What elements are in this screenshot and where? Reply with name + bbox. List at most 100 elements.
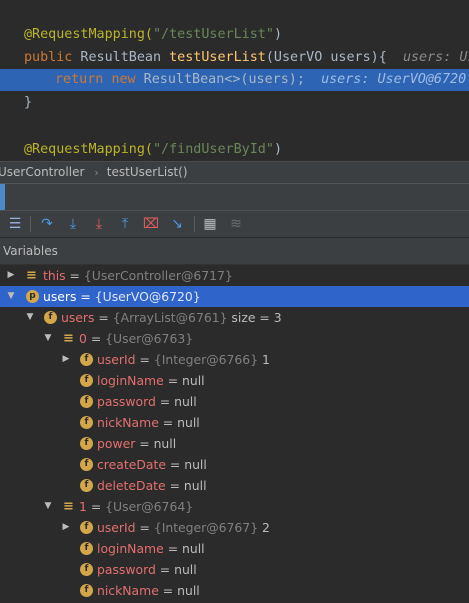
variable-value: null [184,457,207,472]
tree-row[interactable]: ▶ ≡ this = {UserController@6717} [0,265,469,286]
code-line-execution-point: return new ResultBean<>(users); users: U… [0,69,469,91]
variable-type: {UserVO@6720} [94,289,201,304]
trace-icon[interactable]: ≋ [227,215,245,233]
variable-value: 2 [258,520,270,535]
variable-value: 1 [258,352,270,367]
variables-tree: ▶ ≡ this = {UserController@6717} ▼ p use… [0,265,469,603]
p-icon: p [26,290,39,303]
variable-name: users [43,289,77,304]
tree-row[interactable]: f power = null [0,433,469,454]
collapse-arrow-icon[interactable]: ▼ [43,496,53,517]
variables-title: Variables [3,244,58,258]
tree-row[interactable]: f loginName = null [0,538,469,559]
step-over-icon[interactable]: ↷ [38,215,56,233]
variable-type: {ArrayList@6761} [112,310,228,325]
variable-type: {User@6764} [105,499,194,514]
variable-name: 1 [79,499,87,514]
inline-value-hint: users: Us [402,50,469,65]
tree-row[interactable]: f createDate = null [0,454,469,475]
code-line-annotation-1: @RequestMapping("/testUserList") [0,24,469,46]
variable-name: createDate [97,457,166,472]
tree-row[interactable]: f deleteDate = null [0,475,469,496]
variable-type: {User@6763} [105,331,194,346]
tree-row[interactable]: f password = null [0,391,469,412]
f-icon: f [80,521,93,534]
expand-arrow-icon[interactable]: ▶ [61,517,71,538]
variable-name: loginName [97,541,164,556]
tree-row[interactable]: f loginName = null [0,370,469,391]
f-icon: f [80,374,93,387]
variable-value: null [153,436,177,451]
code-line-method-signature: public ResultBean testUserList(UserVO us… [0,47,469,69]
chevron-right-icon: › [94,166,99,179]
frames-icon[interactable]: ☰ [6,215,24,233]
variable-type: {Integer@6767} [153,520,259,535]
debug-tool-window-header [0,183,469,210]
mapping-path: "/testUserList" [153,27,274,42]
method-name: testUserList [169,50,266,65]
collapse-arrow-icon[interactable]: ▼ [25,307,35,328]
list-icon: ≡ [63,499,74,514]
toolbar-separator [30,216,31,232]
tree-row[interactable]: f password = null [0,559,469,580]
variable-name: userId [97,520,136,535]
tree-row[interactable]: ▼ f users = {ArrayList@6761} size = 3 [0,307,469,328]
tree-row[interactable]: f nickName = null [0,412,469,433]
force-step-into-icon[interactable]: ⤓ [90,215,108,233]
collapse-arrow-icon[interactable]: ▼ [43,328,53,349]
debug-toolbar: ☰ ↷ ⤓ ⤓ ⤒ ⌧ ↘ ▦ ≋ [0,210,469,238]
variable-name: loginName [97,373,164,388]
breadcrumb-class[interactable]: UserController [0,162,84,183]
f-icon: f [80,416,93,429]
method-params: (UserVO users){ [265,50,387,65]
f-icon: f [80,437,93,450]
step-out-icon[interactable]: ⤒ [116,215,134,233]
f-icon: f [80,542,93,555]
paren-close: ) [273,142,282,157]
breadcrumb-method[interactable]: testUserList() [107,162,188,183]
tree-row[interactable]: ▶ f userId = {Integer@6767} 2 [0,517,469,538]
evaluate-icon[interactable]: ▦ [201,215,219,233]
variable-type: {Integer@6766} [153,352,259,367]
variable-value: null [174,562,197,577]
step-into-icon[interactable]: ⤓ [64,215,82,233]
f-icon: f [80,395,93,408]
active-tab-indicator [0,184,5,210]
variable-value: null [182,541,205,556]
f-icon: f [80,458,93,471]
run-to-cursor-icon[interactable]: ↘ [168,215,186,233]
variable-value: null [174,394,197,409]
variable-name: power [97,436,136,451]
tree-row-selected[interactable]: ▼ p users = {UserVO@6720} [0,286,469,307]
f-icon: f [44,311,57,324]
variable-name: 0 [79,331,87,346]
variables-panel-header: Variables [0,238,469,265]
list-icon: ≡ [26,268,37,283]
f-icon: f [80,584,93,597]
f-icon: f [80,353,93,366]
tree-row[interactable]: ▼ ≡ 0 = {User@6763} [0,328,469,349]
variable-name: userId [97,352,136,367]
breadcrumb: UserController › testUserList() [0,161,469,183]
variable-value: null [182,373,205,388]
expand-arrow-icon[interactable]: ▶ [6,265,16,286]
drop-frame-icon[interactable]: ⌧ [142,215,160,233]
keyword-new: new [111,72,136,87]
close-brace: } [24,95,33,110]
collapse-arrow-icon[interactable]: ▼ [6,286,16,307]
annotation-text: @RequestMapping( [24,142,153,157]
tree-row[interactable]: f nickName = null [0,580,469,601]
code-line-annotation-2: @RequestMapping("/findUserById") [0,139,469,161]
list-icon: ≡ [63,331,74,346]
f-icon: f [80,479,93,492]
code-editor[interactable]: @RequestMapping("/testUserList") public … [0,0,469,161]
tree-row[interactable]: ▼ ≡ 1 = {User@6764} [0,496,469,517]
expand-arrow-icon[interactable]: ▶ [61,349,71,370]
variable-name: password [97,394,156,409]
code-line-close-brace: } [0,92,469,114]
variable-value: size = 3 [227,310,282,325]
annotation-text: @RequestMapping( [24,27,153,42]
tree-row[interactable]: ▶ f userId = {Integer@6766} 1 [0,349,469,370]
variable-value: null [183,478,207,493]
variable-type: {UserController@6717} [83,268,233,283]
